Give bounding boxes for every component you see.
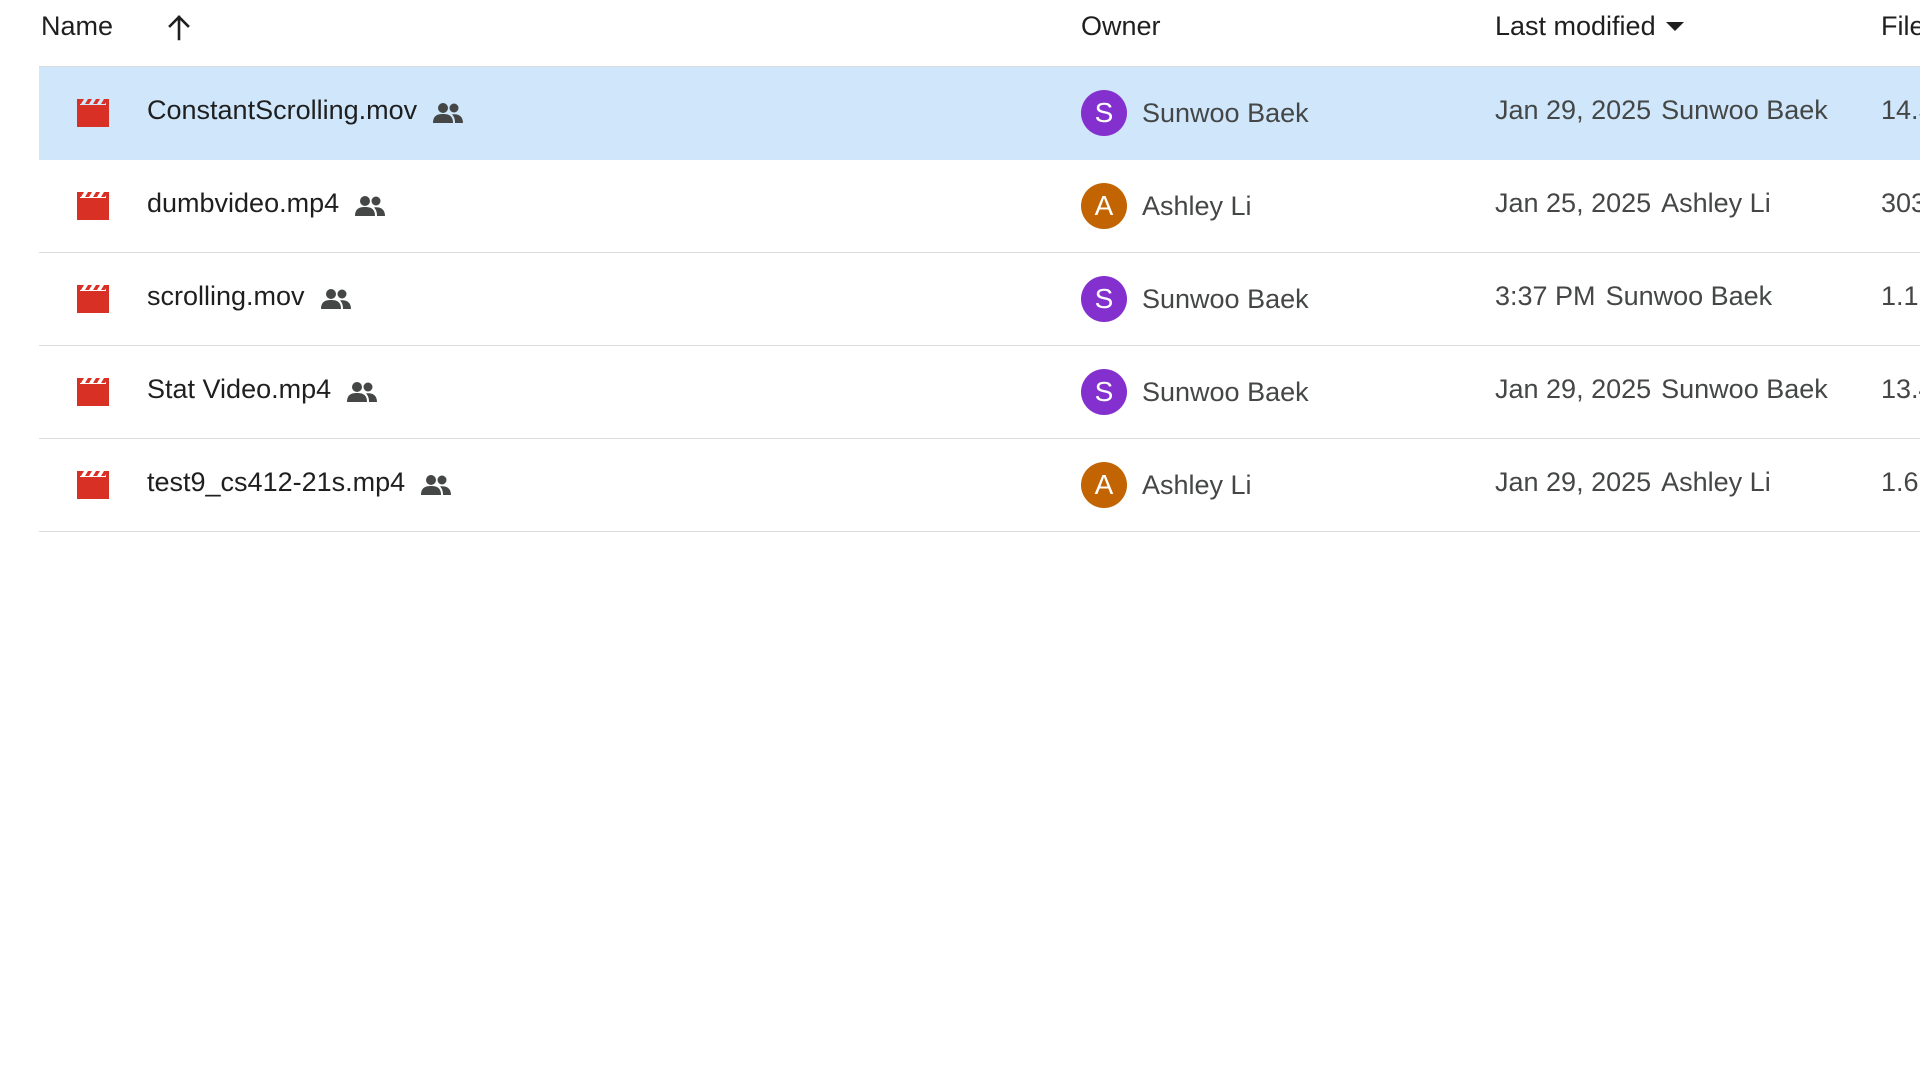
people-icon (419, 472, 453, 495)
column-header-owner-label: Owner (1081, 11, 1161, 41)
avatar[interactable]: S (1081, 276, 1127, 322)
avatar[interactable]: A (1081, 183, 1127, 229)
video-icon (76, 284, 110, 314)
owner-cell: S Sunwoo Baek (1081, 276, 1309, 322)
file-name[interactable]: ConstantScrolling.mov (147, 95, 417, 126)
video-icon (76, 98, 110, 128)
owner-name: Sunwoo Baek (1142, 283, 1309, 314)
people-icon (431, 100, 465, 123)
last-modified-date: Jan 25, 2025 (1495, 188, 1652, 218)
file-size-cell: 13.4 (1881, 374, 1920, 405)
owner-name: Sunwoo Baek (1142, 376, 1309, 407)
file-name-cell: scrolling.mov (147, 281, 353, 312)
file-name-cell: dumbvideo.mp4 (147, 188, 387, 219)
last-modified-cell: Jan 29, 2025 Ashley Li (1495, 467, 1771, 498)
file-row[interactable]: scrolling.mov S Sunwoo Baek 3:37 PM Sunwo… (39, 253, 1920, 346)
people-icon (319, 286, 353, 309)
owner-cell: A Ashley Li (1081, 462, 1252, 508)
file-name-cell: test9_cs412-21s.mp4 (147, 467, 453, 498)
column-header-file-size[interactable]: File (1881, 11, 1920, 42)
column-header-name[interactable]: Name (41, 11, 113, 42)
last-modified-by: Ashley Li (1661, 467, 1771, 497)
caret-down-icon[interactable] (1665, 22, 1684, 31)
file-size-cell: 1.1 M (1881, 281, 1920, 312)
arrow-up-icon[interactable] (157, 10, 201, 46)
last-modified-cell: 3:37 PM Sunwoo Baek (1495, 281, 1772, 312)
file-size: 1.6 (1881, 467, 1919, 497)
file-size: 303 (1881, 188, 1920, 218)
owner-name: Sunwoo Baek (1142, 97, 1309, 128)
column-header-row: Name Owner Last modified File (39, 0, 1920, 67)
column-header-owner[interactable]: Owner (1081, 11, 1161, 42)
file-row[interactable]: dumbvideo.mp4 A Ashley Li Jan 25, 2025 As… (39, 160, 1920, 253)
file-size: 13.4 (1881, 374, 1920, 404)
last-modified-by: Sunwoo Baek (1605, 281, 1773, 311)
file-size-cell: 14.3 (1881, 95, 1920, 126)
people-icon (345, 379, 379, 402)
file-size-cell: 1.6 (1881, 467, 1919, 498)
column-header-file-size-label: File (1881, 11, 1920, 41)
file-size-cell: 303 (1881, 188, 1920, 219)
owner-name: Ashley Li (1142, 469, 1252, 500)
video-icon (76, 191, 110, 221)
file-name-cell: ConstantScrolling.mov (147, 95, 465, 126)
owner-cell: S Sunwoo Baek (1081, 369, 1309, 415)
video-icon (76, 470, 110, 500)
last-modified-date: Jan 29, 2025 (1495, 95, 1652, 125)
file-name-cell: Stat Video.mp4 (147, 374, 379, 405)
owner-cell: S Sunwoo Baek (1081, 90, 1309, 136)
last-modified-date: 3:37 PM (1495, 281, 1596, 311)
file-row[interactable]: Stat Video.mp4 S Sunwoo Baek Jan 29, 202… (39, 346, 1920, 439)
last-modified-date: Jan 29, 2025 (1495, 467, 1652, 497)
last-modified-date: Jan 29, 2025 (1495, 374, 1652, 404)
file-name[interactable]: scrolling.mov (147, 281, 305, 312)
column-header-name-label: Name (41, 11, 114, 41)
owner-name: Ashley Li (1142, 190, 1252, 221)
file-row[interactable]: test9_cs412-21s.mp4 A Ashley Li Jan 29, … (39, 439, 1920, 532)
last-modified-cell: Jan 25, 2025 Ashley Li (1495, 188, 1771, 219)
file-name[interactable]: Stat Video.mp4 (147, 374, 331, 405)
column-header-last-modified-label: Last modified (1495, 11, 1656, 41)
file-name[interactable]: dumbvideo.mp4 (147, 188, 339, 219)
last-modified-by: Sunwoo Baek (1661, 95, 1828, 125)
file-list: Name Owner Last modified File ConstantSc… (39, 0, 1920, 532)
file-name[interactable]: test9_cs412-21s.mp4 (147, 467, 405, 498)
last-modified-cell: Jan 29, 2025 Sunwoo Baek (1495, 374, 1828, 405)
owner-cell: A Ashley Li (1081, 183, 1252, 229)
video-icon (76, 377, 110, 407)
column-header-last-modified[interactable]: Last modified (1495, 11, 1684, 42)
avatar[interactable]: S (1081, 369, 1127, 415)
file-row[interactable]: ConstantScrolling.mov S Sunwoo Baek Jan … (39, 67, 1920, 160)
people-icon (353, 193, 387, 216)
last-modified-by: Sunwoo Baek (1661, 374, 1828, 404)
last-modified-by: Ashley Li (1661, 188, 1771, 218)
avatar[interactable]: S (1081, 90, 1127, 136)
file-size: 14.3 (1881, 95, 1920, 125)
avatar[interactable]: A (1081, 462, 1127, 508)
last-modified-cell: Jan 29, 2025 Sunwoo Baek (1495, 95, 1828, 126)
file-size: 1.1 M (1881, 281, 1920, 311)
